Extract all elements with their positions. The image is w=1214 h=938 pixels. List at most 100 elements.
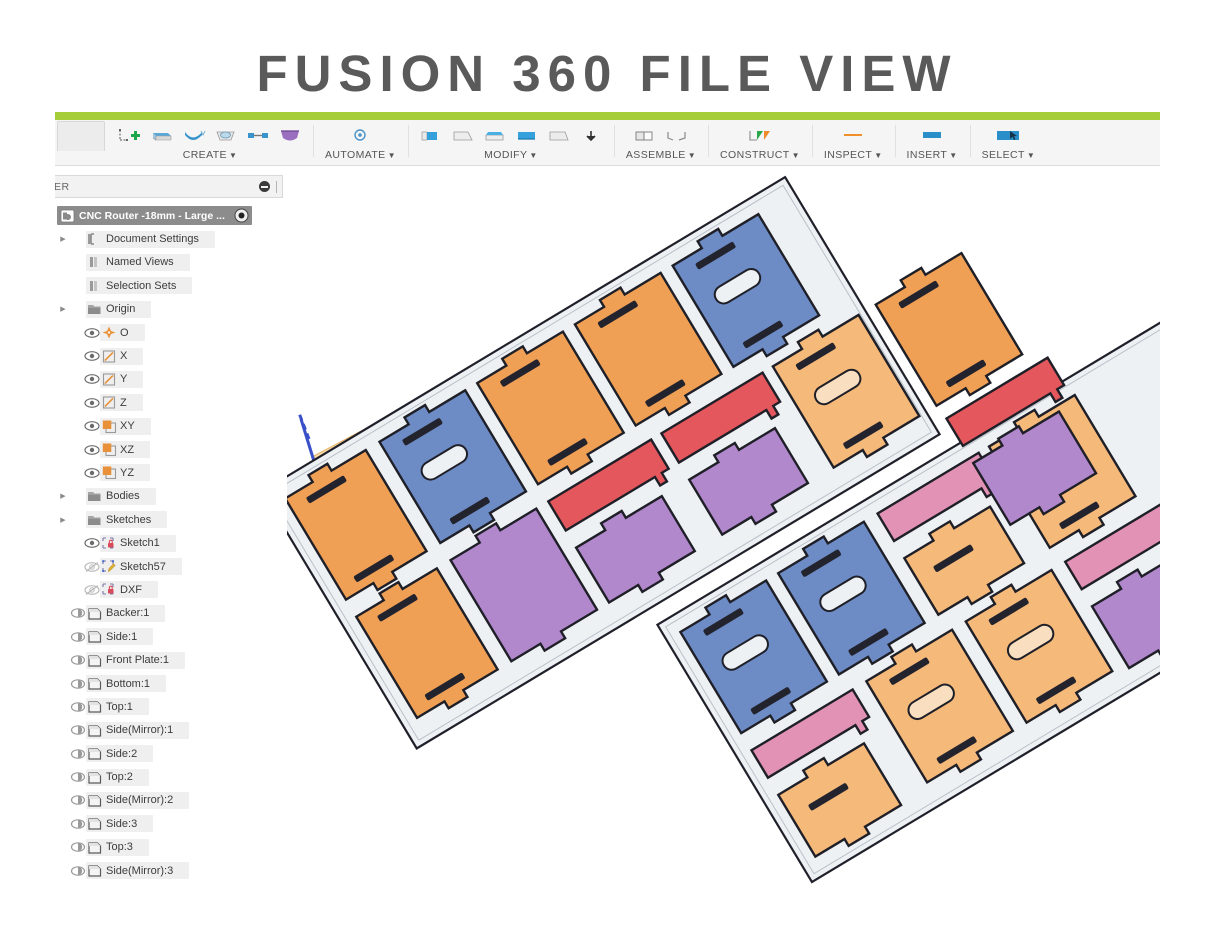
visibility-eye-icon[interactable] — [69, 864, 86, 878]
visibility-eye-icon[interactable] — [69, 723, 86, 737]
visibility-eye-icon[interactable] — [69, 653, 86, 667]
tree-row-sketch57[interactable]: Sketch57 — [55, 555, 287, 578]
tree-row-side-2[interactable]: Side:2 — [55, 742, 287, 765]
tree-row-label: Y — [120, 373, 128, 386]
measure-icon[interactable] — [840, 126, 866, 146]
tree-row-sketch1[interactable]: Sketch1 — [55, 531, 287, 554]
tree-row-side-mirror-2[interactable]: Side(Mirror):2 — [55, 789, 287, 812]
fillet-icon[interactable] — [450, 126, 476, 146]
tree-row-backer-1[interactable]: Backer:1 — [55, 602, 287, 625]
visibility-eye-icon[interactable] — [83, 349, 100, 363]
expand-arrow-icon[interactable]: ▶ — [57, 492, 69, 500]
revolve-icon[interactable] — [181, 126, 207, 146]
activate-radio-icon[interactable] — [233, 208, 250, 223]
panel-resize-grip[interactable] — [276, 180, 278, 193]
visibility-eye-icon[interactable] — [69, 770, 86, 784]
tree-row-side-3[interactable]: Side:3 — [55, 812, 287, 835]
visibility-eye-icon[interactable] — [83, 466, 100, 480]
tree-row-bodies[interactable]: ▶ Bodies — [55, 485, 287, 508]
select-cursor-icon[interactable] — [995, 126, 1021, 146]
visibility-eye-icon[interactable] — [69, 840, 86, 854]
visibility-eye-icon[interactable] — [69, 677, 86, 691]
minus-circle-icon[interactable] — [259, 181, 270, 192]
named-views-icon — [86, 255, 103, 269]
rib-icon[interactable] — [245, 126, 271, 146]
component-icon — [86, 863, 103, 878]
visibility-eye-icon[interactable] — [83, 396, 100, 410]
tree-row-label: Document Settings — [106, 233, 199, 246]
shell-icon[interactable] — [514, 126, 540, 146]
tree-row-body: Sketch57 — [100, 558, 182, 576]
offset-plane-icon[interactable] — [747, 126, 773, 146]
tree-row-o[interactable]: O — [55, 321, 287, 344]
toolbar-left-tab-stub[interactable] — [57, 121, 105, 151]
visibility-eye-icon[interactable] — [83, 326, 100, 340]
chevron-down-icon: ▼ — [228, 151, 238, 160]
tree-row-body: YZ — [100, 464, 151, 482]
visibility-eye-icon[interactable] — [69, 817, 86, 831]
insert-derive-icon[interactable] — [919, 126, 945, 146]
expand-arrow-icon[interactable]: ▶ — [57, 305, 69, 313]
toolbar-group-create-label[interactable]: CREATE ▼ — [175, 146, 246, 165]
toolbar-group-select-label[interactable]: SELECT ▼ — [974, 146, 1044, 165]
tree-row-side-mirror-1[interactable]: Side(Mirror):1 — [55, 719, 287, 742]
tree-row-y[interactable]: Y — [55, 368, 287, 391]
tree-row-named-views[interactable]: Named Views — [55, 251, 287, 274]
tree-row-selection-sets[interactable]: Selection Sets — [55, 274, 287, 297]
tree-row-side-1[interactable]: Side:1 — [55, 625, 287, 648]
visibility-eye-icon[interactable] — [69, 630, 86, 644]
toolbar-group-automate-label[interactable]: AUTOMATE ▼ — [317, 146, 404, 165]
visibility-eye-icon[interactable] — [83, 443, 100, 457]
extrude-icon[interactable] — [149, 126, 175, 146]
visibility-eye-icon[interactable] — [83, 419, 100, 433]
tree-row-z[interactable]: Z — [55, 391, 287, 414]
toolbar-group-construct-label[interactable]: CONSTRUCT ▼ — [712, 146, 808, 165]
sweep-icon[interactable] — [213, 126, 239, 146]
tree-row-side-mirror-3[interactable]: Side(Mirror):3 — [55, 859, 287, 882]
fusion360-app-window: CREATE ▼ AUTOMATE ▼ MODIFY ▼ ASSEMBLE ▼ … — [55, 112, 1160, 887]
toolbar-group-assemble-label[interactable]: ASSEMBLE ▼ — [618, 146, 704, 165]
visibility-eye-icon[interactable] — [83, 560, 100, 574]
joint-icon[interactable] — [664, 126, 690, 146]
press-pull-icon[interactable] — [418, 126, 444, 146]
component-icon — [86, 699, 103, 714]
toolbar-group-modify-label[interactable]: MODIFY ▼ — [476, 146, 546, 165]
tree-row-top-3[interactable]: Top:3 — [55, 836, 287, 859]
tree-row-dxf[interactable]: DXF — [55, 578, 287, 601]
visibility-eye-icon[interactable] — [69, 606, 86, 620]
tree-row-bottom-1[interactable]: Bottom:1 — [55, 672, 287, 695]
tree-row-body: Named Views — [86, 253, 190, 271]
visibility-eye-icon[interactable] — [69, 700, 86, 714]
visibility-eye-icon[interactable] — [69, 747, 86, 761]
new-component-icon[interactable] — [632, 126, 658, 146]
expand-arrow-icon[interactable]: ▶ — [57, 235, 69, 243]
draft-icon[interactable] — [546, 126, 572, 146]
tree-row-x[interactable]: X — [55, 344, 287, 367]
tree-row-top-1[interactable]: Top:1 — [55, 695, 287, 718]
tree-row-document[interactable]: CNC Router -18mm - Large ... — [55, 204, 287, 227]
model-viewport-canvas[interactable] — [287, 167, 1160, 887]
visibility-eye-icon[interactable] — [69, 793, 86, 807]
tree-row-yz[interactable]: YZ — [55, 461, 287, 484]
toolbar-group-insert-label[interactable]: INSERT ▼ — [899, 146, 966, 165]
visibility-eye-icon[interactable] — [83, 583, 100, 597]
move-copy-icon[interactable] — [578, 126, 604, 146]
tree-row-document-settings[interactable]: ▶ Document Settings — [55, 227, 287, 250]
tree-row-front-plate-1[interactable]: Front Plate:1 — [55, 648, 287, 671]
visibility-eye-icon[interactable] — [83, 536, 100, 550]
tree-row-top-2[interactable]: Top:2 — [55, 765, 287, 788]
chamfer-icon[interactable] — [482, 126, 508, 146]
tree-row-origin[interactable]: ▶ Origin — [55, 298, 287, 321]
tree-row-body: Y — [100, 370, 144, 388]
visibility-eye-icon[interactable] — [83, 372, 100, 386]
automate-gear-icon[interactable] — [347, 126, 373, 146]
tree-row-xz[interactable]: XZ — [55, 438, 287, 461]
tree-row-sketches[interactable]: ▶ Sketches — [55, 508, 287, 531]
loft-icon[interactable] — [277, 126, 303, 146]
toolbar-group-assemble: ASSEMBLE ▼ — [613, 119, 708, 165]
expand-arrow-icon[interactable]: ▶ — [57, 516, 69, 524]
tree-row-label: Named Views — [106, 256, 174, 269]
toolbar-group-inspect-label[interactable]: INSPECT ▼ — [816, 146, 891, 165]
create-sketch-icon[interactable] — [117, 126, 143, 146]
tree-row-xy[interactable]: XY — [55, 415, 287, 438]
